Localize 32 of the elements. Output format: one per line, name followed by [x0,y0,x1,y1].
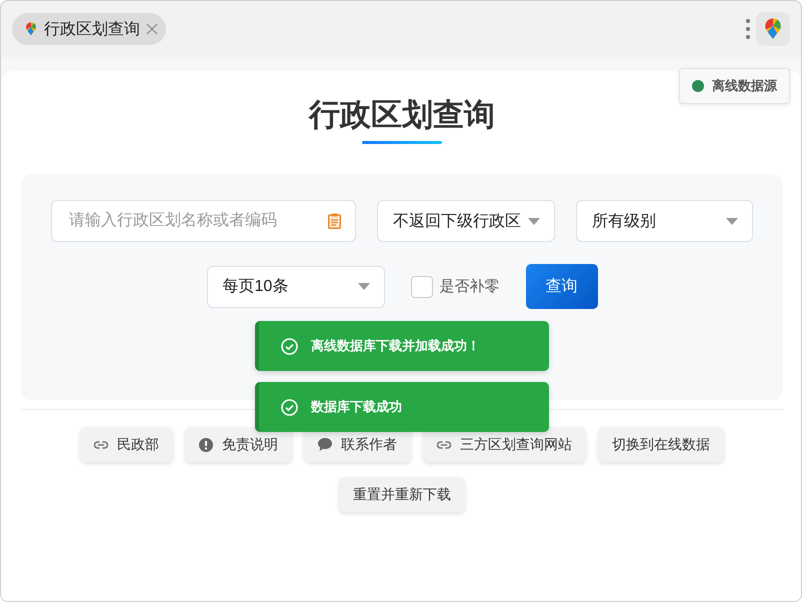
check-circle-icon [281,398,298,416]
extension-button[interactable] [756,12,790,46]
zero-pad-checkbox[interactable] [410,276,432,298]
caret-icon [358,283,370,290]
link-icon [94,440,108,448]
page-title: 行政区划查询 [309,96,495,134]
link-button[interactable]: 切换到在线数据 [598,427,724,462]
more-icon[interactable] [746,19,750,39]
chat-icon [318,438,332,451]
query-button[interactable]: 查询 [526,264,598,309]
check-circle-icon [281,338,298,354]
success-toast: 数据库下载成功 [255,382,549,432]
link-button[interactable]: 民政部 [80,427,173,462]
link-icon [437,440,451,448]
tab-title: 行政区划查询 [44,20,140,40]
caret-icon [726,218,738,224]
sub-region-select[interactable]: 不返回下级行政区 [377,200,555,242]
search-field[interactable]: 请输入行政区划名称或者编码 [51,200,356,242]
clipboard-icon[interactable] [328,213,341,229]
success-toast: 离线数据库下载并加载成功！ [255,321,549,371]
page-size-select[interactable]: 每页10条 [206,266,384,308]
alert-icon [199,438,213,452]
checkbox-label: 是否补零 [440,277,500,296]
search-input[interactable]: 请输入行政区划名称或者编码 [67,211,328,231]
close-icon[interactable] [146,23,158,35]
browser-tab[interactable]: 行政区划查询 [12,13,166,45]
link-button[interactable]: 免责说明 [185,427,292,462]
link-button[interactable]: 重置并重新下载 [339,477,465,512]
caret-icon [528,218,540,224]
level-select[interactable]: 所有级别 [576,200,753,242]
map-pin-icon [24,22,38,36]
data-source-label: 离线数据源 [712,77,777,95]
